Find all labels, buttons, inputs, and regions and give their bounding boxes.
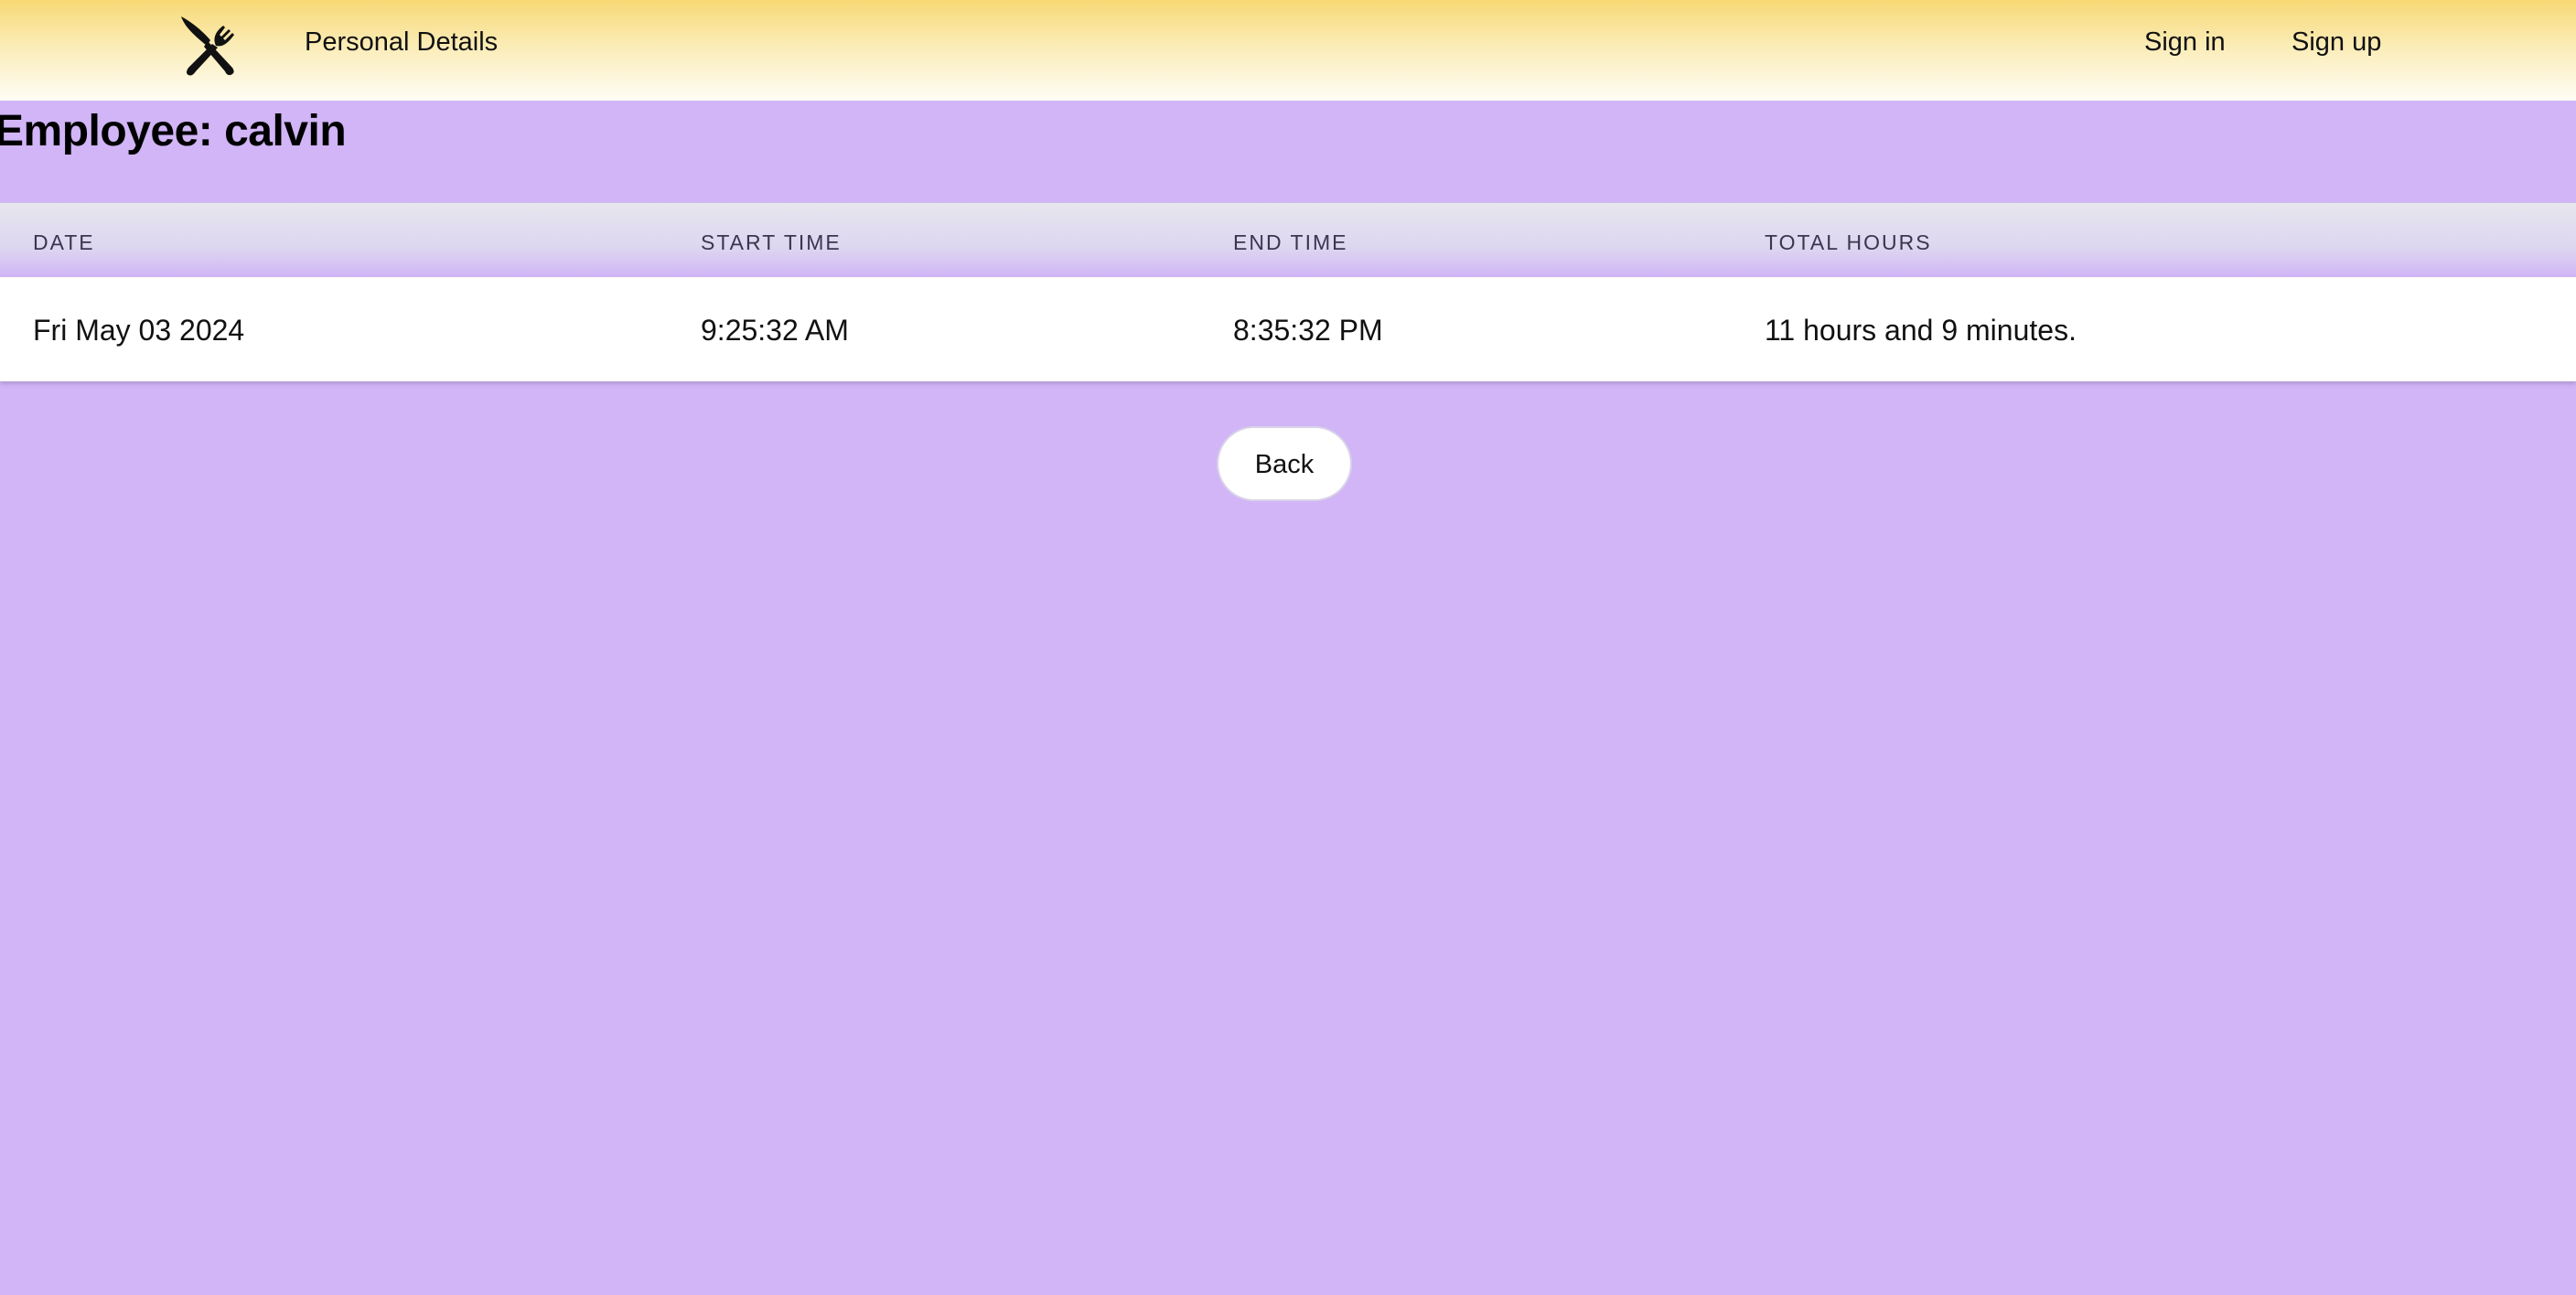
- nav-personal-details[interactable]: Personal Details: [305, 24, 498, 60]
- top-navbar: Personal Details Sign in Sign up: [0, 0, 2576, 101]
- fork-knife-icon[interactable]: [176, 11, 243, 79]
- back-button[interactable]: Back: [1217, 426, 1352, 501]
- column-header-end-time: END TIME: [1233, 230, 1348, 254]
- column-header-total-hours: TOTAL HOURS: [1765, 230, 1932, 254]
- table-row: Fri May 03 2024 9:25:32 AM 8:35:32 PM 11…: [0, 277, 2576, 381]
- table-header: DATE START TIME END TIME TOTAL HOURS: [0, 202, 2576, 277]
- timesheet-table: DATE START TIME END TIME TOTAL HOURS Fri…: [0, 202, 2576, 381]
- cell-total-hours: 11 hours and 9 minutes.: [1765, 314, 2077, 347]
- cell-date: Fri May 03 2024: [33, 314, 245, 347]
- page-title: Employee: calvin: [0, 107, 347, 155]
- cell-start-time: 9:25:32 AM: [701, 314, 849, 347]
- column-header-start-time: START TIME: [701, 230, 842, 254]
- nav-sign-in[interactable]: Sign in: [2144, 24, 2226, 60]
- column-header-date: DATE: [33, 230, 95, 254]
- nav-sign-up[interactable]: Sign up: [2292, 24, 2381, 60]
- cell-end-time: 8:35:32 PM: [1233, 314, 1383, 347]
